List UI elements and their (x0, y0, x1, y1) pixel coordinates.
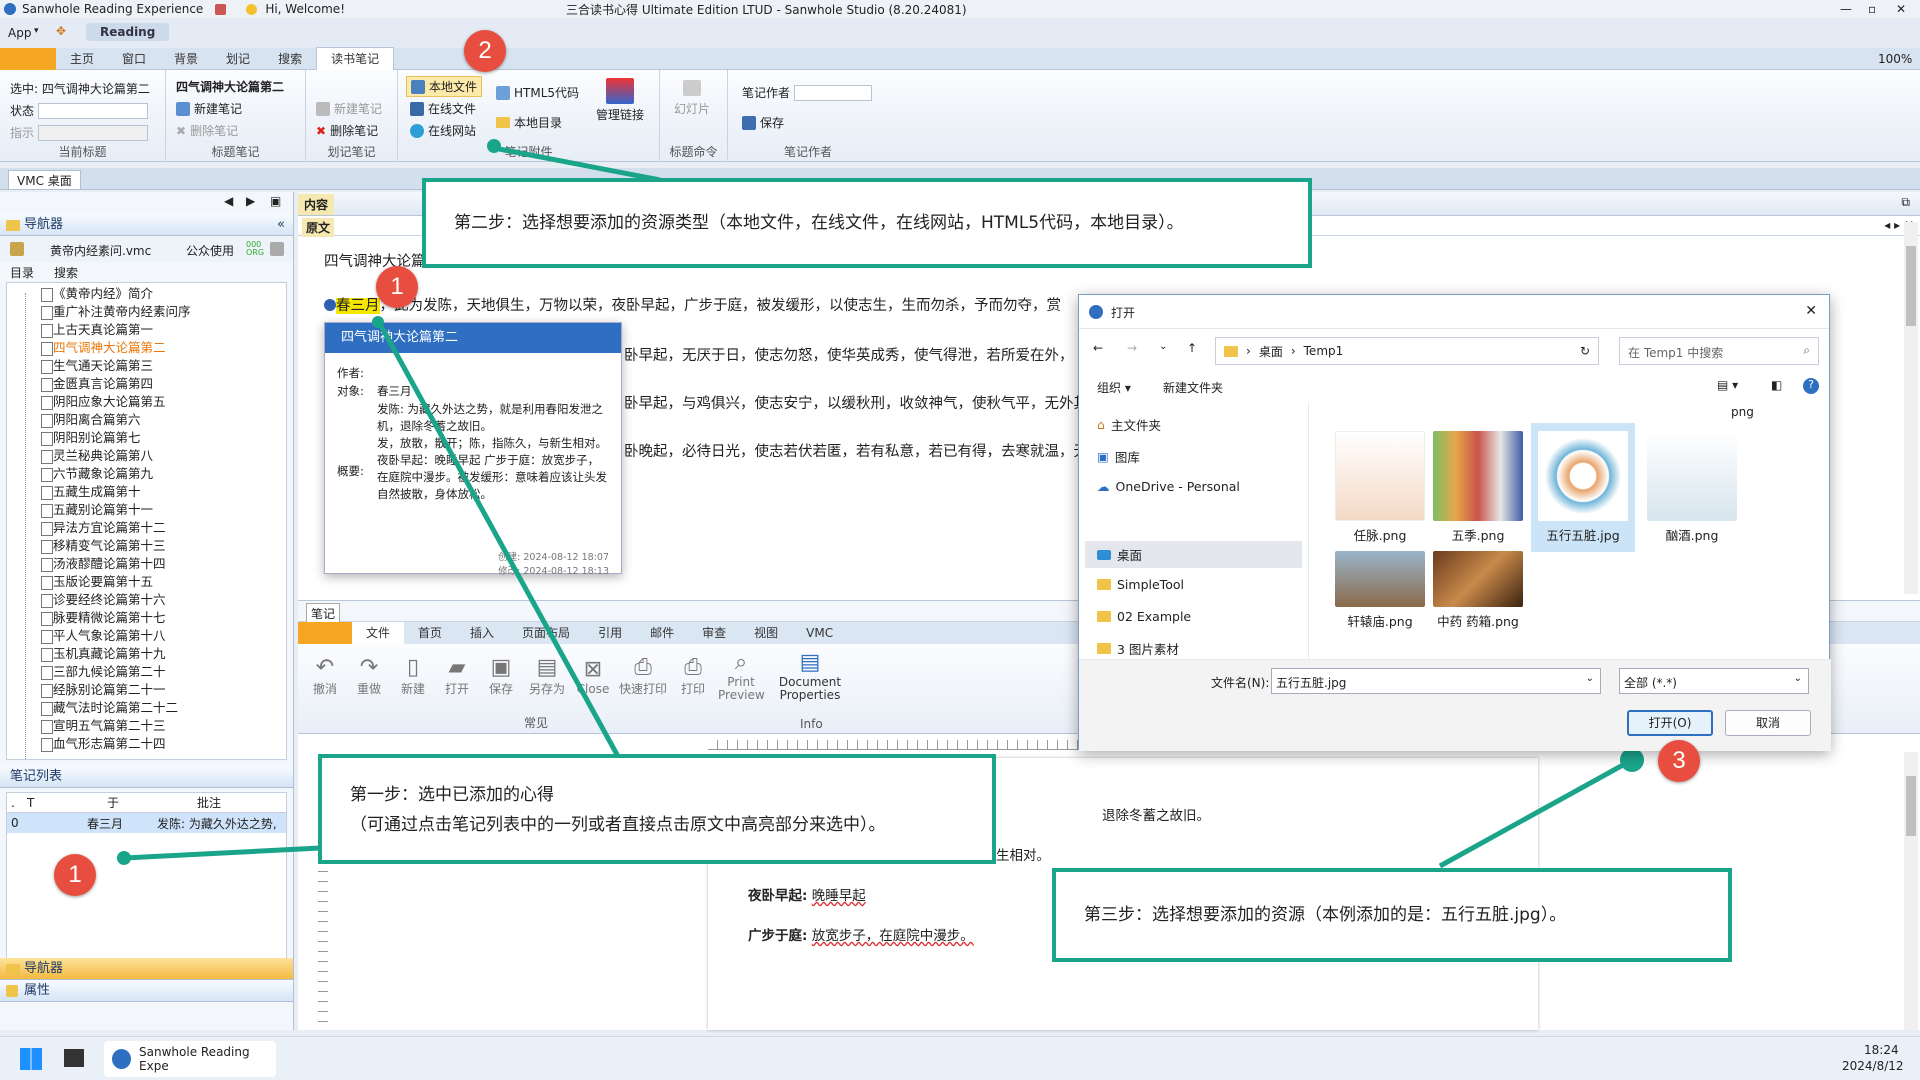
folder-icon (1097, 579, 1111, 590)
partial-file-label: png (1731, 405, 1754, 419)
windows-start-icon[interactable] (20, 1048, 42, 1070)
connector-dot (372, 316, 384, 328)
view-icon[interactable]: ▤ ▾ (1717, 378, 1738, 392)
desktop-icon (1097, 549, 1111, 560)
taskbar-app-button[interactable]: Sanwhole Reading Expe (104, 1041, 276, 1077)
file-thumbnail (1335, 551, 1425, 607)
chevron-down-icon: ⌄ (1793, 673, 1802, 684)
connector-dot (117, 851, 131, 865)
sidebar-example[interactable]: 02 Example (1097, 609, 1191, 624)
dialog-app-icon (1089, 305, 1103, 319)
organize-button[interactable]: 组织 ▾ (1097, 379, 1131, 396)
preview-pane-icon[interactable]: ◧ (1771, 378, 1782, 392)
dialog-close-button[interactable]: ✕ (1805, 303, 1817, 319)
file-item-selected[interactable]: 五行五脏.jpg (1531, 423, 1635, 552)
sidebar-desktop[interactable]: 桌面 (1085, 541, 1302, 568)
sidebar-images[interactable]: 3 图片素材 (1097, 639, 1179, 658)
step-badge-3: 3 (1658, 740, 1700, 782)
dialog-title-bar: 打开 ✕ (1079, 295, 1829, 329)
folder-icon (1097, 643, 1111, 654)
file-thumbnail (1335, 431, 1425, 521)
connector-step1-left (123, 845, 321, 861)
file-item[interactable]: 中药 药箱.png (1433, 551, 1523, 630)
address-bar[interactable]: › 桌面 › Temp1 ↻ (1215, 337, 1599, 365)
connector-step1-top (377, 322, 623, 762)
filename-label: 文件名(N): (1211, 676, 1270, 690)
file-thumbnail (1647, 431, 1737, 521)
home-icon: ⌂ (1097, 417, 1105, 432)
connector-step2 (493, 145, 661, 183)
filename-input[interactable]: 五行五脏.jpg ⌄ (1271, 668, 1601, 694)
dialog-footer: 文件名(N): 五行五脏.jpg ⌄ 全部 (*.*) ⌄ 打开(O) 取消 (1079, 659, 1831, 751)
help-icon[interactable]: ? (1803, 378, 1819, 394)
sidebar-onedrive[interactable]: ☁ OneDrive - Personal (1097, 479, 1240, 494)
clock-time: 18:24 (1864, 1043, 1899, 1057)
folder-icon (1224, 345, 1238, 357)
open-button[interactable]: 打开(O) (1627, 710, 1713, 736)
cloud-icon: ☁ (1097, 479, 1110, 494)
taskbar: Sanwhole Reading Expe 18:24 2024/8/12 (0, 1036, 1920, 1080)
search-icon: ⌕ (1803, 343, 1810, 357)
step-badge-1-top: 1 (376, 266, 418, 308)
file-item[interactable]: 酗酒.png (1647, 431, 1737, 544)
forward-icon[interactable]: → (1127, 341, 1137, 355)
open-file-dialog: 打开 ✕ ← → ⌄ ↑ › 桌面 › Temp1 ↻ 在 Temp1 中搜索 ⌕… (1078, 294, 1831, 751)
dialog-search-input[interactable]: 在 Temp1 中搜索 ⌕ (1619, 337, 1819, 365)
gallery-icon: ▣ (1097, 449, 1109, 464)
file-type-select[interactable]: 全部 (*.*) ⌄ (1619, 668, 1809, 694)
sidebar-gallery[interactable]: ▣ 图库 (1097, 447, 1140, 466)
up-icon[interactable]: ↑ (1187, 341, 1197, 355)
dialog-toolbar: 组织 ▾ 新建文件夹 ▤ ▾ ◧ ? (1079, 373, 1829, 403)
file-thumbnail (1433, 551, 1523, 607)
dialog-title: 打开 (1111, 306, 1136, 320)
dialog-sidebar: ⌂ 主文件夹 ▣ 图库 ☁ OneDrive - Personal 桌面 Simple… (1079, 403, 1309, 659)
connector-dot (1620, 748, 1644, 772)
task-view-icon[interactable] (64, 1049, 84, 1067)
chevron-down-icon: ⌄ (1585, 673, 1594, 684)
refresh-icon[interactable]: ↻ (1580, 344, 1590, 358)
dialog-file-grid: png 任脉.png 五季.png 五行五脏.jpg 酗酒.png 轩辕庙.pn… (1317, 403, 1821, 659)
clock-date: 2024/8/12 (1842, 1059, 1904, 1073)
connector-step3 (1438, 757, 1634, 869)
callout-step3: 第三步：选择想要添加的资源（本例添加的是：五行五脏.jpg）。 (1052, 868, 1732, 962)
folder-icon (1097, 611, 1111, 622)
back-icon[interactable]: ← (1093, 341, 1103, 355)
app-logo-icon (112, 1049, 132, 1069)
file-item[interactable]: 任脉.png (1335, 431, 1425, 544)
step-badge-2: 2 (464, 30, 506, 72)
sidebar-simpletool[interactable]: SimpleTool (1097, 577, 1184, 592)
file-item[interactable]: 五季.png (1433, 431, 1523, 544)
step-badge-1-left: 1 (54, 854, 96, 896)
sidebar-home[interactable]: ⌂ 主文件夹 (1097, 415, 1161, 434)
new-folder-button[interactable]: 新建文件夹 (1163, 379, 1223, 396)
callout-step1: 第一步：选中已添加的心得 （可通过点击笔记列表中的一列或者直接点击原文中高亮部分… (318, 754, 996, 864)
file-item[interactable]: 轩辕庙.png (1335, 551, 1425, 630)
chevron-down-icon[interactable]: ⌄ (1159, 341, 1167, 352)
dialog-address-row: ← → ⌄ ↑ › 桌面 › Temp1 ↻ 在 Temp1 中搜索 ⌕ (1079, 329, 1829, 373)
cancel-button[interactable]: 取消 (1725, 710, 1811, 736)
connector-dot (487, 139, 501, 153)
callout-step2: 第二步：选择想要添加的资源类型（本地文件，在线文件，在线网站，HTML5代码，本… (422, 178, 1312, 268)
file-thumbnail (1538, 431, 1628, 521)
file-thumbnail (1433, 431, 1523, 521)
